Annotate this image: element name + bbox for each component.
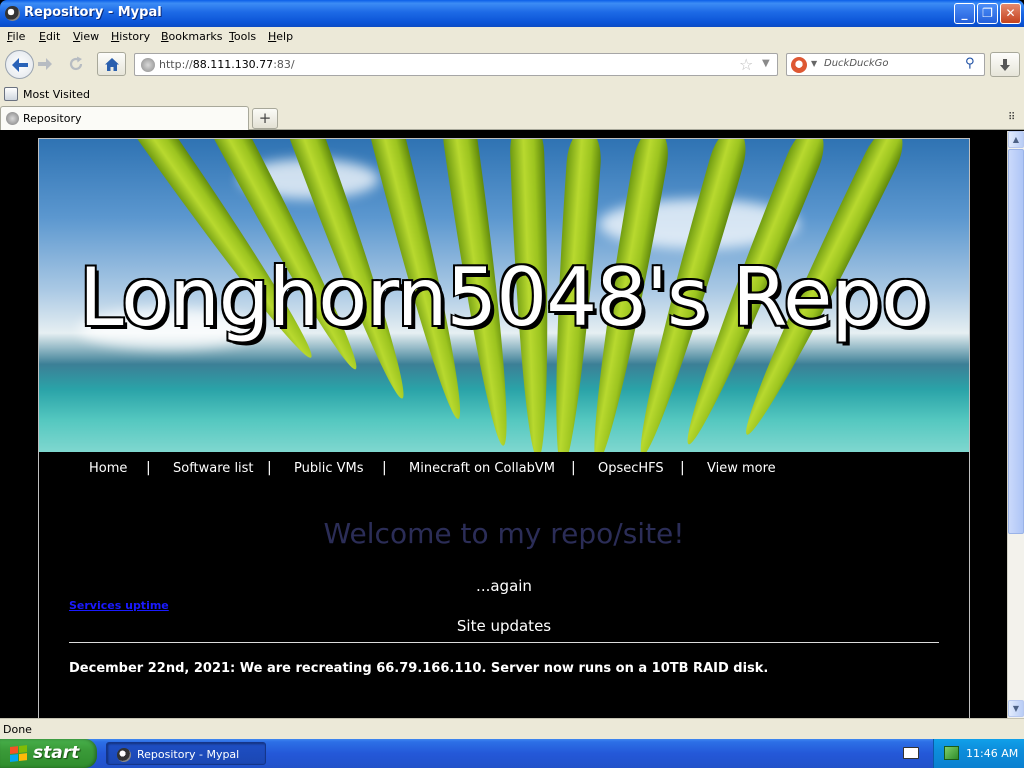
back-button[interactable]: [5, 50, 34, 79]
forward-button[interactable]: [35, 54, 55, 74]
scrollbar-thumb[interactable]: [1008, 149, 1024, 534]
header-banner-image: Longhorn5048's Repo: [39, 139, 969, 452]
search-icon[interactable]: ⚲: [965, 56, 975, 71]
mypal-task-icon: [117, 748, 131, 762]
window-titlebar: Repository - Mypal _ ❐ ✕: [0, 0, 1024, 27]
taskbar-item-label: Repository - Mypal: [137, 748, 240, 761]
engine-dropdown-icon[interactable]: ▼: [811, 59, 817, 68]
minimize-button[interactable]: _: [954, 3, 975, 24]
duckduckgo-engine-icon[interactable]: [791, 57, 807, 73]
close-button[interactable]: ✕: [1000, 3, 1021, 24]
address-bar[interactable]: http://88.111.130.77:83/ ☆ ▼: [134, 53, 778, 76]
nav-separator: |: [382, 460, 387, 476]
home-icon: [104, 57, 119, 71]
site-title: Longhorn5048's Repo: [78, 251, 930, 344]
downloads-button[interactable]: [990, 52, 1020, 77]
reload-icon: [69, 56, 83, 71]
scroll-down-arrow-icon[interactable]: ▼: [1008, 700, 1024, 717]
nav-link-public-vms[interactable]: Public VMs: [294, 461, 364, 476]
taskbar-item-mypal[interactable]: Repository - Mypal: [106, 742, 266, 765]
menu-history[interactable]: History: [111, 30, 150, 43]
system-tray: 11:46 AM: [933, 739, 1024, 768]
status-bar: Done: [0, 718, 1024, 739]
maximize-button[interactable]: ❐: [977, 3, 998, 24]
download-icon: [1000, 58, 1010, 71]
window-title: Repository - Mypal: [24, 5, 162, 20]
taskbar-clock[interactable]: 11:46 AM: [966, 747, 1018, 760]
services-uptime-link[interactable]: Services uptime: [69, 599, 169, 612]
divider: [69, 642, 939, 643]
most-visited-icon[interactable]: [4, 87, 18, 101]
menu-tools[interactable]: Tools: [229, 30, 256, 43]
menu-edit[interactable]: Edit: [39, 30, 60, 43]
site-update-entry: December 22nd, 2021: We are recreating 6…: [69, 661, 769, 676]
start-label: start: [33, 743, 80, 763]
bookmarks-toolbar: Most Visited: [0, 83, 1024, 105]
nav-separator: |: [680, 460, 685, 476]
tab-favicon-icon: [6, 112, 19, 125]
back-arrow-icon: [11, 57, 28, 72]
site-identity-icon[interactable]: [141, 58, 155, 72]
tab-label: Repository: [23, 112, 82, 125]
nav-separator: |: [571, 460, 576, 476]
nav-link-minecraft-collabvm[interactable]: Minecraft on CollabVM: [409, 461, 555, 476]
nav-link-software-list[interactable]: Software list: [173, 461, 254, 476]
search-bar[interactable]: ▼ DuckDuckGo ⚲: [786, 53, 985, 76]
keyboard-language-icon[interactable]: [903, 747, 919, 759]
vertical-scrollbar[interactable]: ▲ ▼: [1007, 131, 1024, 718]
site-updates-heading: Site updates: [456, 617, 552, 635]
menu-view[interactable]: View: [73, 30, 99, 43]
address-url[interactable]: http://88.111.130.77:83/: [159, 58, 295, 71]
menu-help[interactable]: Help: [268, 30, 293, 43]
status-text: Done: [3, 723, 32, 736]
menu-bookmarks[interactable]: Bookmarks: [161, 30, 222, 43]
site-container: Longhorn5048's Repo Home | Software list…: [38, 138, 970, 718]
forward-arrow-icon: [38, 58, 52, 70]
new-tab-button[interactable]: +: [252, 108, 278, 129]
reload-button[interactable]: [66, 54, 86, 74]
navigation-toolbar: http://88.111.130.77:83/ ☆ ▼ ▼ DuckDuckG…: [0, 47, 1024, 83]
menu-file[interactable]: File: [7, 30, 25, 43]
site-nav: Home | Software list | Public VMs | Mine…: [39, 452, 969, 488]
windows-taskbar: start Repository - Mypal 11:46 AM: [0, 739, 1024, 768]
tab-repository[interactable]: Repository: [0, 106, 249, 130]
nav-link-opsechfs[interactable]: OpsecHFS: [598, 461, 664, 476]
search-input[interactable]: DuckDuckGo: [824, 58, 889, 69]
nav-separator: |: [146, 460, 151, 476]
nav-link-home[interactable]: Home: [89, 461, 127, 476]
nav-separator: |: [267, 460, 272, 476]
nav-link-view-more[interactable]: View more: [707, 461, 776, 476]
mypal-app-icon[interactable]: [5, 6, 20, 21]
welcome-heading: Welcome to my repo/site!: [323, 517, 685, 550]
windows-flag-icon: [10, 745, 28, 763]
url-dropdown-icon[interactable]: ▼: [762, 58, 770, 69]
page-content: Longhorn5048's Repo Home | Software list…: [0, 131, 1007, 718]
home-button[interactable]: [97, 52, 126, 76]
welcome-subtitle: ...again: [476, 577, 532, 595]
tab-bar: Repository + ⠿: [0, 105, 1024, 130]
bookmark-star-icon[interactable]: ☆: [739, 55, 753, 74]
menu-bar: File Edit View History Bookmarks Tools H…: [0, 27, 1024, 47]
scroll-up-arrow-icon[interactable]: ▲: [1008, 131, 1024, 148]
network-icon[interactable]: [944, 746, 959, 760]
most-visited-bookmark[interactable]: Most Visited: [23, 88, 90, 101]
tab-list-icon[interactable]: ⠿: [1008, 112, 1015, 123]
start-button[interactable]: start: [0, 739, 97, 768]
